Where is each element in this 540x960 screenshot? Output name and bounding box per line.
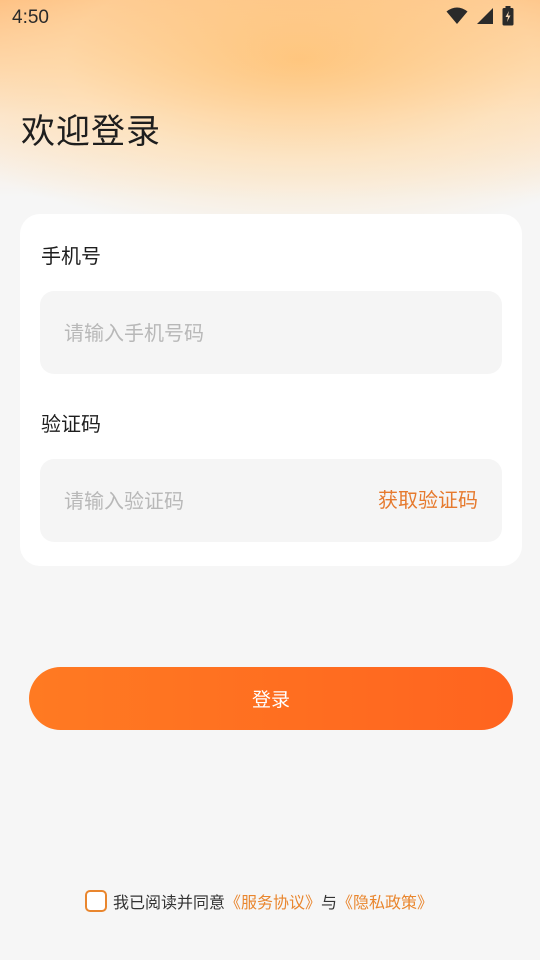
status-bar: 4:50 (0, 0, 540, 36)
agreement-prefix: 我已阅读并同意 (113, 893, 226, 912)
login-form-card: 手机号 验证码 获取验证码 (20, 214, 522, 566)
verification-code-input[interactable] (64, 459, 364, 542)
phone-field-container (40, 291, 502, 374)
login-button[interactable]: 登录 (29, 667, 513, 730)
wifi-icon (446, 7, 468, 29)
battery-charging-icon (502, 6, 514, 30)
signal-icon (476, 7, 494, 29)
phone-input[interactable] (64, 291, 364, 374)
service-agreement-link[interactable]: 《服务协议》 (225, 889, 321, 913)
code-field-container: 获取验证码 (40, 459, 502, 542)
agreement-checkbox[interactable] (85, 890, 107, 912)
privacy-policy-link[interactable]: 《隐私政策》 (337, 889, 433, 913)
get-code-button[interactable]: 获取验证码 (378, 459, 478, 542)
code-label: 验证码 (41, 412, 101, 436)
status-time: 4:50 (12, 7, 49, 28)
agreement-row: 我已阅读并同意 《服务协议》 与 《隐私政策》 (85, 889, 433, 913)
page-title: 欢迎登录 (21, 112, 161, 152)
status-icons (446, 6, 514, 30)
phone-label: 手机号 (41, 244, 101, 268)
agreement-joiner: 与 (321, 893, 338, 912)
